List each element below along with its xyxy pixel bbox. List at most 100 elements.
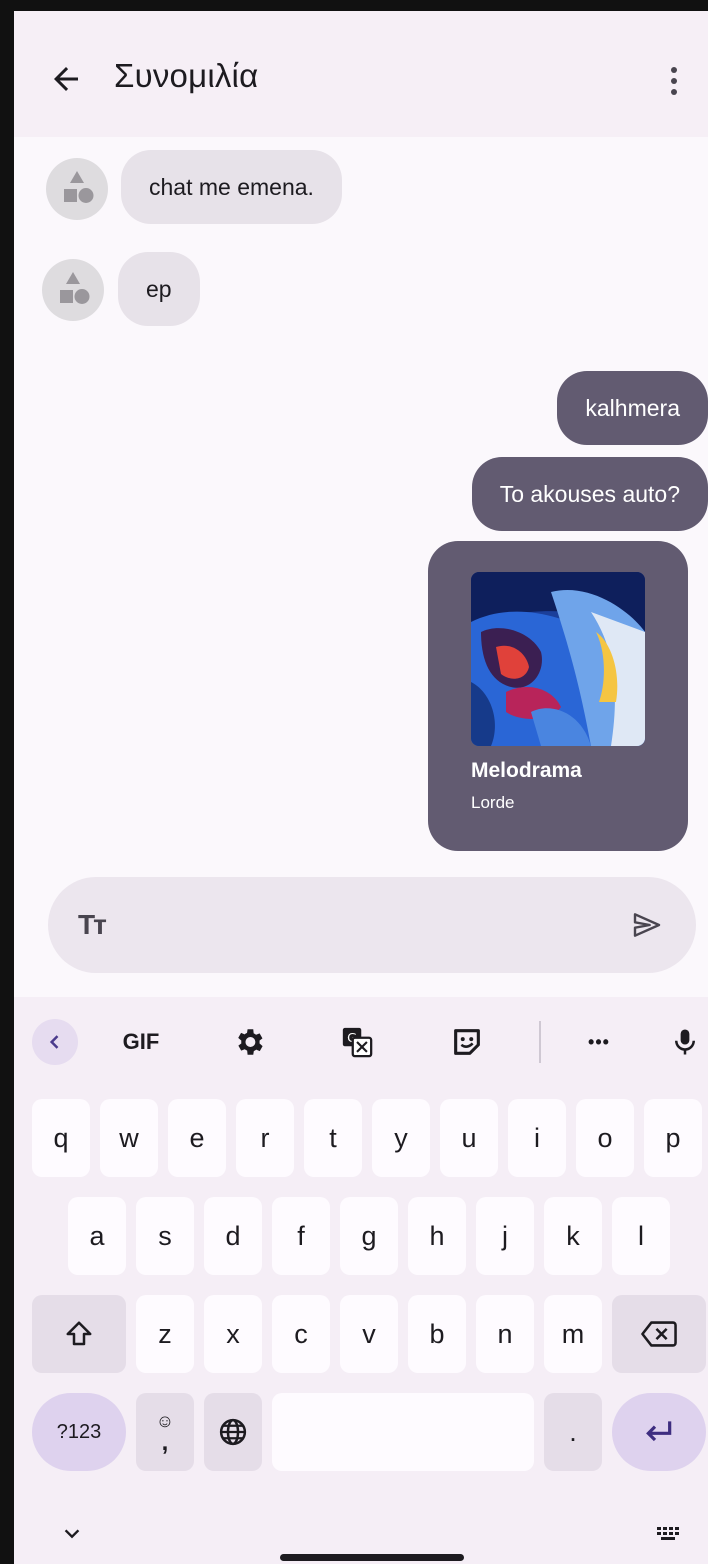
key-e[interactable]: e: [168, 1099, 226, 1177]
key-n[interactable]: n: [476, 1295, 534, 1373]
gear-icon: [238, 1029, 263, 1055]
key-x[interactable]: x: [204, 1295, 262, 1373]
key-label: d: [225, 1220, 241, 1251]
incoming-message[interactable]: chat me emena.: [121, 150, 342, 224]
message-text: ep: [146, 276, 172, 302]
message-input-bar[interactable]: Tт: [48, 877, 696, 973]
key-r[interactable]: r: [236, 1099, 294, 1177]
key-m[interactable]: m: [544, 1295, 602, 1373]
key-label: m: [561, 1318, 585, 1349]
key-label: o: [597, 1122, 613, 1153]
shapes-avatar-icon: [60, 272, 90, 304]
key-l[interactable]: l: [612, 1197, 670, 1275]
key-f[interactable]: f: [272, 1197, 330, 1275]
key-label: e: [189, 1122, 205, 1153]
more-options-icon[interactable]: [664, 63, 684, 99]
key-label: ,: [161, 1429, 169, 1456]
key-t[interactable]: t: [304, 1099, 362, 1177]
album-cover-image: [471, 572, 645, 746]
backspace-key[interactable]: [612, 1295, 706, 1373]
voice-input-button[interactable]: [662, 1017, 708, 1067]
key-k[interactable]: k: [544, 1197, 602, 1275]
key-g[interactable]: g: [340, 1197, 398, 1275]
collapse-toolbar-button[interactable]: [32, 1019, 78, 1065]
switch-keyboard-button[interactable]: [650, 1519, 690, 1549]
key-label: ?123: [56, 1420, 102, 1443]
sticker-button[interactable]: [442, 1017, 492, 1067]
shapes-avatar-icon: [64, 171, 94, 203]
gif-label: GIF: [122, 1029, 160, 1054]
key-label: a: [89, 1220, 105, 1251]
on-screen-keyboard: GIF G ••• q w e r t y u i o p a s d f: [14, 997, 708, 1564]
keyboard-icon: [657, 1527, 679, 1540]
key-label: v: [362, 1318, 376, 1349]
key-u[interactable]: u: [440, 1099, 498, 1177]
toolbar-divider: [539, 1021, 541, 1063]
song-artist: Lorde: [471, 793, 515, 812]
key-label: h: [429, 1220, 445, 1251]
key-label: .: [569, 1416, 577, 1447]
key-label: r: [260, 1122, 270, 1153]
key-y[interactable]: y: [372, 1099, 430, 1177]
shift-key[interactable]: [32, 1295, 126, 1373]
sticker-icon: [454, 1029, 480, 1055]
back-arrow-icon[interactable]: [48, 61, 84, 97]
key-label: n: [497, 1318, 513, 1349]
settings-button[interactable]: [224, 1017, 274, 1067]
text-format-button[interactable]: Tт: [78, 909, 107, 941]
key-a[interactable]: a: [68, 1197, 126, 1275]
page-title: Συνομιλία: [114, 57, 259, 94]
microphone-icon: [675, 1029, 695, 1055]
key-w[interactable]: w: [100, 1099, 158, 1177]
screen: Συνομιλία chat me emena. ep kalhmera To …: [0, 0, 708, 1564]
gif-button[interactable]: GIF: [106, 1017, 176, 1067]
avatar[interactable]: [42, 259, 104, 321]
incoming-message[interactable]: ep: [118, 252, 200, 326]
shift-icon: [66, 1321, 92, 1346]
key-label: y: [394, 1122, 408, 1153]
chevron-down-icon: [64, 1529, 80, 1539]
key-label: z: [158, 1318, 172, 1349]
send-icon[interactable]: [630, 909, 664, 941]
translate-button[interactable]: G: [332, 1017, 382, 1067]
more-button[interactable]: •••: [574, 1017, 624, 1067]
music-share-card[interactable]: Melodrama Lorde: [428, 541, 688, 851]
key-i[interactable]: i: [508, 1099, 566, 1177]
key-q[interactable]: q: [32, 1099, 90, 1177]
outgoing-message[interactable]: kalhmera: [557, 371, 708, 445]
song-title: Melodrama: [471, 759, 582, 782]
gesture-home-bar[interactable]: [280, 1554, 464, 1561]
period-key[interactable]: .: [544, 1393, 602, 1471]
chevron-left-icon: [49, 1035, 59, 1049]
key-h[interactable]: h: [408, 1197, 466, 1275]
hide-keyboard-button[interactable]: [54, 1519, 90, 1549]
enter-key[interactable]: [612, 1393, 706, 1471]
space-key[interactable]: [272, 1393, 534, 1471]
key-label: b: [429, 1318, 445, 1349]
key-v[interactable]: v: [340, 1295, 398, 1373]
key-j[interactable]: j: [476, 1197, 534, 1275]
emoji-comma-key[interactable]: ☺ ,: [136, 1393, 194, 1471]
enter-icon: [646, 1421, 672, 1442]
key-z[interactable]: z: [136, 1295, 194, 1373]
language-key[interactable]: [204, 1393, 262, 1471]
key-label: p: [665, 1122, 681, 1153]
key-b[interactable]: b: [408, 1295, 466, 1373]
key-label: s: [158, 1220, 172, 1251]
key-label: c: [294, 1318, 308, 1349]
key-o[interactable]: o: [576, 1099, 634, 1177]
key-label: j: [502, 1220, 508, 1251]
key-c[interactable]: c: [272, 1295, 330, 1373]
key-label: l: [638, 1220, 644, 1251]
backspace-icon: [641, 1321, 677, 1347]
symbols-key[interactable]: ?123: [32, 1393, 126, 1471]
more-label: •••: [588, 1031, 610, 1052]
outgoing-message[interactable]: To akouses auto?: [471, 457, 708, 531]
globe-icon: [219, 1418, 247, 1446]
key-d[interactable]: d: [204, 1197, 262, 1275]
key-p[interactable]: p: [644, 1099, 702, 1177]
top-app-bar: Συνομιλία: [14, 11, 708, 137]
key-s[interactable]: s: [136, 1197, 194, 1275]
avatar[interactable]: [46, 158, 108, 220]
key-label: k: [566, 1220, 580, 1251]
